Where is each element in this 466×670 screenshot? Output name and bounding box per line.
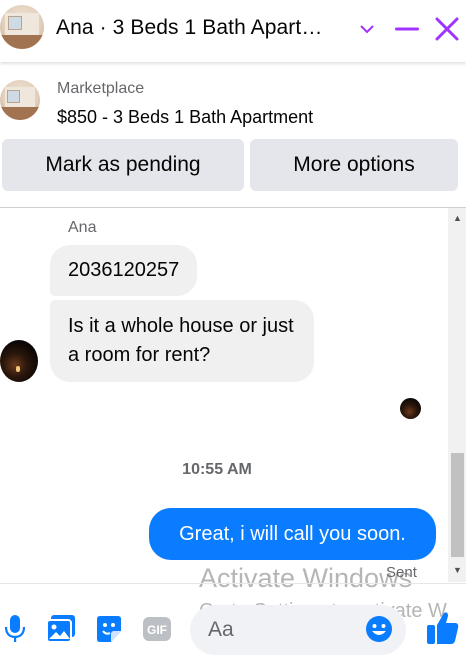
scrollbar-thumb[interactable] [451, 453, 464, 557]
close-icon[interactable] [432, 14, 462, 44]
message-status: Sent [386, 564, 417, 581]
outgoing-message[interactable]: Great, i will call you soon. [149, 508, 436, 560]
message-input-placeholder: Aa [208, 618, 234, 641]
composer-divider [0, 583, 466, 584]
listing-title[interactable]: $850 - 3 Beds 1 Bath Apartment [57, 107, 313, 128]
marketplace-label: Marketplace [57, 80, 145, 97]
chat-header: Ana · 3 Beds 1 Bath Apart… [0, 0, 466, 62]
listing-thumbnail[interactable] [0, 80, 40, 120]
divider [0, 207, 466, 208]
contact-avatar[interactable] [0, 340, 38, 382]
chevron-down-icon[interactable] [354, 14, 380, 44]
gif-icon[interactable]: GIF [142, 612, 172, 646]
listing-avatar[interactable] [0, 5, 44, 49]
sticker-icon[interactable] [94, 612, 124, 646]
emoji-icon[interactable] [365, 615, 393, 643]
thumbs-up-icon[interactable] [426, 610, 460, 648]
mark-as-pending-button[interactable]: Mark as pending [2, 139, 244, 191]
message-timestamp: 10:55 AM [182, 461, 252, 478]
incoming-message[interactable]: Is it a whole house or just a room for r… [50, 300, 314, 382]
more-options-button[interactable]: More options [250, 139, 458, 191]
scroll-down-arrow-icon[interactable]: ▼ [453, 566, 462, 575]
read-receipt-avatar [400, 398, 421, 419]
gif-label: GIF [147, 623, 167, 637]
chat-title[interactable]: Ana · 3 Beds 1 Bath Apart… [56, 16, 322, 40]
activate-windows-watermark: Activate Windows [199, 563, 413, 593]
microphone-icon[interactable] [0, 612, 30, 646]
incoming-message[interactable]: 2036120257 [50, 245, 198, 296]
scroll-up-arrow-icon[interactable]: ▲ [453, 214, 462, 223]
sender-name: Ana [68, 219, 97, 236]
minimize-icon[interactable] [392, 14, 422, 44]
photo-icon[interactable] [46, 612, 76, 646]
